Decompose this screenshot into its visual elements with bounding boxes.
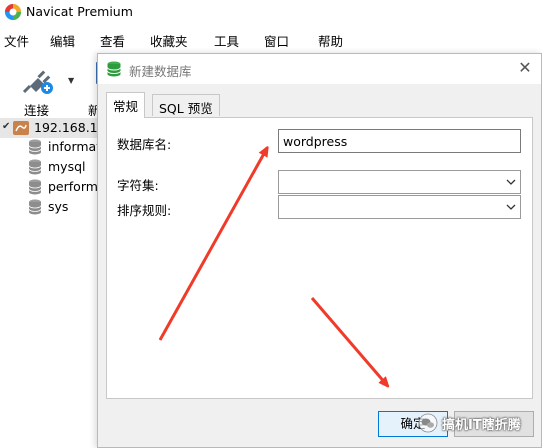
collation-select[interactable] [278, 195, 521, 219]
menubar: 文件 编辑 查看 收藏夹 工具 窗口 帮助 [0, 28, 542, 50]
chevron-down-icon [506, 204, 516, 210]
mysql-connection-icon [13, 121, 29, 135]
dropdown-arrow-icon[interactable]: ▼ [68, 76, 74, 85]
general-panel: 数据库名: 字符集: 排序规则: [106, 117, 533, 399]
charset-label: 字符集: [117, 178, 159, 193]
app-title: Navicat Premium [26, 4, 133, 19]
database-icon [28, 199, 42, 215]
menu-window[interactable]: 窗口 [264, 31, 289, 50]
database-label: informat [48, 139, 102, 154]
chevron-down-icon [506, 179, 516, 185]
collation-label: 排序规则: [117, 203, 172, 218]
chevron-down-icon[interactable]: ✔ [2, 121, 10, 132]
main-titlebar: Navicat Premium [0, 0, 542, 25]
database-label: mysql [48, 159, 86, 174]
watermark: 搞机IT瞎折腾 [418, 410, 521, 436]
database-label: sys [48, 199, 69, 214]
close-icon[interactable]: ✕ [516, 59, 534, 77]
database-label: perform [48, 179, 98, 194]
database-icon [28, 159, 42, 175]
menu-edit[interactable]: 编辑 [50, 31, 75, 50]
navigation-tree: ✔ 192.168.10 informat mysql perform sys [0, 116, 106, 448]
menu-file[interactable]: 文件 [4, 31, 29, 50]
new-database-dialog: 新建数据库 ✕ 常规 SQL 预览 数据库名: 字符集: 排序规则: 确定 [97, 53, 542, 448]
dialog-titlebar: 新建数据库 ✕ [98, 54, 541, 84]
db-name-label: 数据库名: [117, 137, 172, 152]
tab-sql-preview[interactable]: SQL 预览 [152, 94, 220, 116]
connect-button[interactable]: ▼ 连接 [10, 60, 82, 118]
charset-select[interactable] [278, 170, 521, 194]
tree-connection[interactable]: ✔ 192.168.10 [0, 118, 106, 138]
wechat-icon [418, 413, 438, 433]
db-name-input[interactable] [278, 129, 521, 153]
watermark-text: 搞机IT瞎折腾 [442, 417, 521, 433]
menu-help[interactable]: 帮助 [318, 31, 343, 50]
plug-icon [22, 70, 53, 94]
tab-general[interactable]: 常规 [106, 92, 146, 118]
database-icon [28, 139, 42, 155]
menu-favorites[interactable]: 收藏夹 [150, 31, 188, 50]
navicat-logo-icon [4, 3, 22, 21]
database-icon [28, 179, 42, 195]
connection-label: 192.168.10 [34, 120, 106, 135]
menu-tools[interactable]: 工具 [214, 31, 239, 50]
menu-view[interactable]: 查看 [100, 31, 125, 50]
dialog-title: 新建数据库 [129, 64, 192, 79]
new-database-icon [107, 61, 121, 77]
